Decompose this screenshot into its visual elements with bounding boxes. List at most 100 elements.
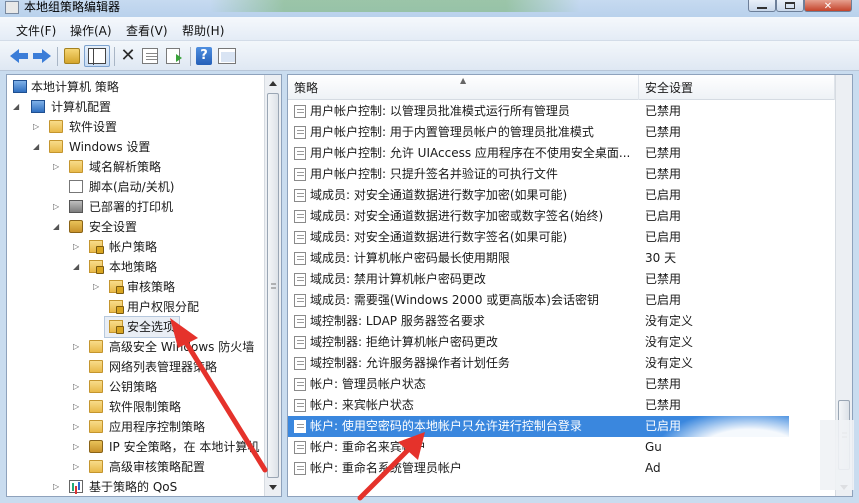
delete-icon[interactable]: ✕	[118, 47, 138, 65]
toolbar-separator	[114, 47, 115, 66]
table-row[interactable]: 用户帐户控制: 用于内置管理员帐户的管理员批准模式 已禁用	[288, 122, 808, 143]
export-list-icon[interactable]	[166, 48, 182, 64]
tree-scrollbar[interactable]	[264, 75, 281, 496]
table-row[interactable]: 域成员: 对安全通道数据进行数字加密(如果可能) 已启用	[288, 185, 808, 206]
tree-item-software-restriction[interactable]: ▷ 软件限制策略	[7, 397, 265, 417]
tree-item-audit-policy[interactable]: ▷ 审核策略	[7, 277, 265, 297]
menu-view[interactable]: 查看(V)	[126, 22, 168, 39]
table-row[interactable]: 域成员: 计算机帐户密码最长使用期限 30 天	[288, 248, 808, 269]
blurred-corner-region	[820, 420, 854, 490]
tree-item-app-control[interactable]: ▷ 应用程序控制策略	[7, 417, 265, 437]
expand-arrow-icon[interactable]: ▷	[53, 157, 63, 177]
tree-item-local-policies[interactable]: ◢ 本地策略	[7, 257, 265, 277]
expand-arrow-icon[interactable]: ▷	[33, 117, 43, 137]
show-hide-tree-icon	[88, 48, 106, 65]
security-settings-icon	[69, 220, 83, 233]
table-row[interactable]: 用户帐户控制: 只提升签名并验证的可执行文件 已禁用	[288, 164, 808, 185]
tree-item-security-settings[interactable]: ◢ 安全设置	[7, 217, 265, 237]
tree-item-windows-firewall[interactable]: ▷ 高级安全 Windows 防火墙	[7, 337, 265, 357]
folder-icon	[89, 420, 103, 433]
blurred-title-region	[210, 0, 580, 12]
table-row[interactable]: 域控制器: 允许服务器操作者计划任务 没有定义	[288, 353, 808, 374]
menu-file[interactable]: 文件(F)	[16, 22, 56, 39]
folder-icon	[89, 340, 103, 353]
tree-item-public-key-policies[interactable]: ▷ 公钥策略	[7, 377, 265, 397]
list-header: 策略 ▲ 安全设置	[288, 75, 835, 100]
tree-item-security-options[interactable]: 安全选项	[104, 316, 180, 338]
up-folder-icon[interactable]	[64, 48, 80, 64]
tree-item-local-computer-policy[interactable]: 本地计算机 策略	[7, 77, 265, 97]
tree-item-account-policies[interactable]: ▷ 帐户策略	[7, 237, 265, 257]
folder-icon	[89, 360, 103, 373]
expand-arrow-icon[interactable]: ▷	[73, 397, 83, 417]
table-row[interactable]: 域成员: 需要强(Windows 2000 或更高版本)会话密钥 已启用	[288, 290, 808, 311]
tree-item-name-resolution-policy[interactable]: ▷ 域名解析策略	[7, 157, 265, 177]
tree-item-software-settings[interactable]: ▷ 软件设置	[7, 117, 265, 137]
menu-action[interactable]: 操作(A)	[70, 22, 112, 39]
minimize-icon	[757, 2, 767, 9]
computer-icon	[31, 100, 45, 113]
tree-item-network-list-manager[interactable]: 网络列表管理器策略	[7, 357, 265, 377]
tree-item-ip-security[interactable]: ▷ IP 安全策略，在 本地计算机	[7, 437, 265, 457]
expand-arrow-icon[interactable]: ▷	[73, 417, 83, 437]
table-row[interactable]: 用户帐户控制: 允许 UIAccess 应用程序在不使用安全桌面... 已禁用	[288, 143, 808, 164]
policy-icon	[294, 105, 306, 118]
maximize-button[interactable]	[776, 0, 804, 12]
table-row[interactable]: 域成员: 对安全通道数据进行数字加密或数字签名(始终) 已启用	[288, 206, 808, 227]
expand-arrow-icon[interactable]: ▷	[73, 237, 83, 257]
expand-arrow-icon[interactable]: ▷	[73, 457, 83, 477]
table-row[interactable]: 用户帐户控制: 以管理员批准模式运行所有管理员 已禁用	[288, 101, 808, 122]
policy-icon	[294, 357, 306, 370]
folder-icon	[89, 400, 103, 413]
sort-caret-icon: ▲	[460, 76, 467, 85]
tree-item-policy-qos[interactable]: ▷ 基于策略的 QoS	[7, 477, 265, 496]
script-icon	[69, 180, 83, 193]
policy-icon	[294, 252, 306, 265]
table-row[interactable]: 域成员: 对安全通道数据进行数字签名(如果可能) 已启用	[288, 227, 808, 248]
menu-help[interactable]: 帮助(H)	[182, 22, 224, 39]
properties-icon[interactable]	[142, 48, 158, 64]
scroll-up-icon[interactable]	[269, 81, 277, 86]
collapse-arrow-icon[interactable]: ◢	[33, 137, 43, 157]
folder-icon	[49, 140, 63, 153]
tree-item-windows-settings[interactable]: ◢ Windows 设置	[7, 137, 265, 157]
close-icon: ✕	[823, 1, 833, 12]
locked-folder-icon	[109, 300, 124, 314]
ip-security-icon	[89, 440, 103, 453]
table-row[interactable]: 域成员: 禁用计算机帐户密码更改 已禁用	[288, 269, 808, 290]
collapse-arrow-icon[interactable]: ◢	[73, 257, 83, 277]
console-pane-icon[interactable]	[218, 48, 236, 64]
tree-item-user-rights[interactable]: 用户权限分配	[7, 297, 265, 317]
computer-policy-icon	[13, 80, 27, 93]
expand-arrow-icon[interactable]: ▷	[93, 277, 103, 297]
table-row[interactable]: 域控制器: 拒绝计算机帐户密码更改 没有定义	[288, 332, 808, 353]
blurred-watermark-region	[660, 412, 840, 492]
tree-item-advanced-audit[interactable]: ▷ 高级审核策略配置	[7, 457, 265, 477]
table-row[interactable]: 域控制器: LDAP 服务器签名要求 没有定义	[288, 311, 808, 332]
policy-icon	[294, 315, 306, 328]
expand-arrow-icon[interactable]: ▷	[53, 197, 63, 217]
collapse-arrow-icon[interactable]: ◢	[13, 97, 23, 117]
close-button[interactable]: ✕	[804, 0, 852, 12]
tree-item-computer-config[interactable]: ◢ 计算机配置	[7, 97, 265, 117]
tree-item-scripts[interactable]: 脚本(启动/关机)	[7, 177, 265, 197]
help-icon[interactable]: ?	[196, 47, 212, 65]
column-security-setting[interactable]: 安全设置	[639, 75, 835, 100]
table-row[interactable]: 帐户: 管理员帐户状态 已禁用	[288, 374, 808, 395]
policy-icon	[294, 147, 306, 160]
expand-arrow-icon[interactable]: ▷	[73, 437, 83, 457]
policy-icon	[294, 273, 306, 286]
policy-icon	[294, 168, 306, 181]
tree-item-deployed-printers[interactable]: ▷ 已部署的打印机	[7, 197, 265, 217]
back-arrow-icon[interactable]	[10, 49, 28, 63]
tree-pane[interactable]: 本地计算机 策略 ◢ 计算机配置 ▷ 软件设置 ◢ Windows 设置 ▷ 域…	[6, 74, 282, 497]
tree-scroll-thumb[interactable]	[267, 93, 279, 478]
expand-arrow-icon[interactable]: ▷	[73, 337, 83, 357]
expand-arrow-icon[interactable]: ▷	[73, 377, 83, 397]
scroll-down-icon[interactable]	[269, 485, 277, 490]
policy-icon	[294, 378, 306, 391]
forward-arrow-icon[interactable]	[33, 49, 51, 63]
expand-arrow-icon[interactable]: ▷	[53, 477, 63, 496]
minimize-button[interactable]	[748, 0, 776, 12]
collapse-arrow-icon[interactable]: ◢	[53, 217, 63, 237]
